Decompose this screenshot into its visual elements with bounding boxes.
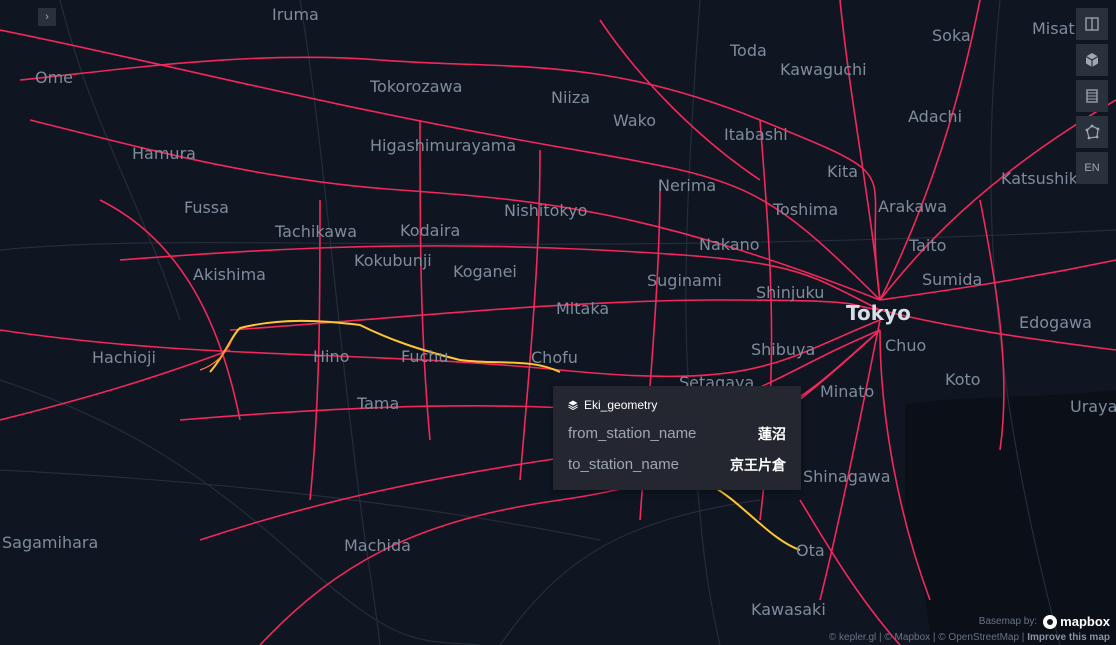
map-label: Koto (945, 370, 981, 389)
map-label: Tokorozawa (369, 77, 462, 96)
tooltip-layer-name: Eki_geometry (584, 398, 658, 412)
legend-button[interactable] (1076, 80, 1108, 112)
map-label: Arakawa (878, 197, 947, 216)
split-map-icon (1085, 17, 1099, 31)
map-tooltip: Eki_geometry from_station_name 蓮沼 to_sta… (553, 386, 801, 490)
map-label: Shinagawa (803, 467, 891, 486)
map-label: Wako (613, 111, 656, 130)
mapbox-logo[interactable]: mapbox (1043, 614, 1110, 629)
improve-map-link[interactable]: Improve this map (1027, 632, 1110, 643)
map-label: Sagamihara (2, 533, 98, 552)
map-label: Hachioji (92, 348, 156, 367)
basemap-credit: Basemap by: mapbox (979, 614, 1110, 629)
map-label: Sumida (922, 270, 982, 289)
map-label: Uraya (1070, 397, 1116, 416)
tooltip-row: to_station_name 京王片倉 (568, 449, 786, 480)
layers-icon (568, 400, 578, 410)
map-label: Koganei (453, 262, 517, 281)
map-label: Kodaira (400, 221, 460, 240)
map-label: Tama (356, 394, 399, 413)
map-label: Fuchu (401, 347, 449, 366)
map-label: Shibuya (751, 340, 815, 359)
map-label: Chofu (531, 348, 578, 367)
map-label: Nakano (699, 235, 760, 254)
map-label: Taito (908, 236, 946, 255)
map-label: Tachikawa (274, 222, 357, 241)
mapbox-logo-text: mapbox (1060, 614, 1110, 629)
tooltip-field-name: from_station_name (568, 425, 697, 442)
map-label: Itabashi (724, 125, 788, 144)
attribution-credits[interactable]: © kepler.gl | © Mapbox | © OpenStreetMap… (829, 632, 1025, 643)
map-label: Nerima (658, 176, 716, 195)
map-label: Misat (1032, 19, 1075, 38)
map-label: Akishima (193, 265, 266, 284)
locale-label: EN (1084, 162, 1100, 174)
map-label-city: Tokyo (846, 301, 911, 325)
map-label: Toshima (772, 200, 838, 219)
chevron-right-icon: › (45, 11, 49, 23)
locale-button[interactable]: EN (1076, 152, 1108, 184)
tooltip-row: from_station_name 蓮沼 (568, 418, 786, 449)
map-label: Shinjuku (756, 283, 824, 302)
map-label: Kita (827, 162, 858, 181)
map-label: Kokubunji (354, 251, 432, 270)
map-label: Mitaka (556, 299, 609, 318)
map-label: Kawaguchi (780, 60, 867, 79)
map-label: Fussa (184, 198, 229, 217)
3d-map-button[interactable] (1076, 44, 1108, 76)
map-label: Niiza (551, 88, 590, 107)
tooltip-field-name: to_station_name (568, 456, 679, 473)
mapbox-logo-icon (1043, 614, 1058, 629)
map-label: Chuo (885, 336, 926, 355)
map-label: Ota (796, 541, 825, 560)
map-attribution: © kepler.gl | © Mapbox | © OpenStreetMap… (829, 632, 1110, 643)
draw-polygon-icon (1085, 124, 1100, 140)
legend-icon (1086, 89, 1098, 103)
tooltip-header: Eki_geometry (568, 398, 786, 412)
split-map-button[interactable] (1076, 8, 1108, 40)
tooltip-field-value: 京王片倉 (730, 456, 786, 473)
map-label: Soka (932, 26, 971, 45)
sidebar-toggle-button[interactable]: › (38, 8, 56, 26)
draw-polygon-button[interactable] (1076, 116, 1108, 148)
map-label: Hino (313, 347, 349, 366)
basemap-label: Basemap by: (978, 616, 1038, 627)
3d-cube-icon (1085, 53, 1099, 67)
map-canvas[interactable]: Iruma Misat Soka Toda Ome Tokorozawa Nii… (0, 0, 1116, 645)
map-toolbar: EN (1076, 8, 1108, 188)
map-label: Adachi (908, 107, 962, 126)
map-label: Suginami (647, 271, 722, 290)
map-label: Nishitokyo (504, 201, 587, 220)
map-label: Toda (729, 41, 767, 60)
map-label: Hamura (132, 144, 196, 163)
tooltip-field-value: 蓮沼 (758, 425, 786, 442)
map-label: Higashimurayama (370, 136, 516, 155)
map-label: Iruma (272, 5, 319, 24)
map-label: Minato (820, 382, 874, 401)
map-label: Kawasaki (751, 600, 826, 619)
map-label: Katsushik (1001, 169, 1079, 188)
map-label: Machida (344, 536, 411, 555)
map-label: Ome (35, 68, 73, 87)
map-label: Edogawa (1019, 313, 1092, 332)
